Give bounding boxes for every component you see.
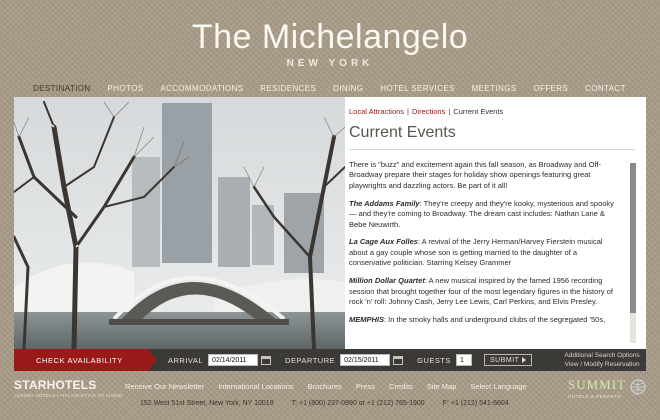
nav-hotel-services[interactable]: HOTEL SERVICES bbox=[380, 84, 455, 93]
footer-link-press[interactable]: Press bbox=[356, 382, 375, 391]
title-divider bbox=[349, 149, 635, 150]
content-panel: Local Attractions | Directions | Current Eve… bbox=[348, 97, 646, 349]
photo-illustration bbox=[14, 97, 345, 349]
item-title: Million Dollar Quartet bbox=[349, 276, 425, 286]
article-item: Million Dollar Quartet: A new musical in… bbox=[349, 276, 621, 307]
main-nav: DESTINATION PHOTOS ACCOMMODATIONS RESIDE… bbox=[14, 84, 646, 93]
globe-icon bbox=[630, 379, 646, 395]
page-title: Current Events bbox=[349, 124, 456, 141]
scrollbar-thumb[interactable] bbox=[630, 163, 636, 313]
summit-logo[interactable]: SUMMIT HOTELS & RESORTS bbox=[568, 377, 646, 399]
footer-link-newsletter[interactable]: Receive Our Newsletter bbox=[125, 382, 204, 391]
nav-offers[interactable]: OFFERS bbox=[533, 84, 568, 93]
street-address: 152 West 51st Street, New York, NY 10019 bbox=[140, 400, 274, 407]
fax-number: F: +1 (212) 541-6604 bbox=[442, 400, 509, 407]
starhotels-tagline: LUXURY HOTELS • ITALIAN STYLE OF LIVING bbox=[14, 393, 123, 398]
calendar-icon[interactable] bbox=[261, 355, 272, 365]
breadcrumb-local-attractions[interactable]: Local Attractions bbox=[349, 107, 404, 116]
additional-options: Additional Search Options View / Modify … bbox=[564, 351, 639, 369]
view-modify-reservation-link[interactable]: View / Modify Reservation bbox=[564, 360, 640, 369]
nav-meetings[interactable]: MEETINGS bbox=[472, 84, 517, 93]
hotel-subtitle: NEW YORK bbox=[286, 58, 374, 69]
submit-button[interactable]: SUBMIT bbox=[483, 354, 533, 366]
footer-link-international[interactable]: International Locations bbox=[218, 382, 293, 391]
starhotels-wordmark: STARHOTELS bbox=[14, 378, 97, 392]
nav-accommodations[interactable]: ACCOMMODATIONS bbox=[160, 84, 243, 93]
article-item: MEMPHIS: In the smoky halls and undergro… bbox=[349, 315, 621, 325]
hotel-title: The Michelangelo bbox=[191, 18, 469, 56]
item-text: : In the smoky halls and underground clu… bbox=[384, 314, 606, 324]
guests-input[interactable]: 1 bbox=[455, 354, 472, 366]
footer-link-language[interactable]: Select Language bbox=[470, 382, 526, 391]
departure-date-input[interactable]: 02/15/2011 bbox=[340, 354, 391, 366]
nav-destination[interactable]: DESTINATION bbox=[33, 84, 91, 93]
footer-address: 152 West 51st Street, New York, NY 10019… bbox=[140, 400, 509, 407]
breadcrumb-separator: | bbox=[407, 107, 409, 116]
departure-label: DEPARTURE bbox=[285, 355, 336, 365]
breadcrumb-directions[interactable]: Directions bbox=[412, 107, 445, 116]
footer-link-brochures[interactable]: Brochures bbox=[308, 382, 342, 391]
item-title: La Cage Aux Folles bbox=[349, 237, 418, 247]
phone-numbers: T: +1 (800) 237-0990 or +1 (212) 765-190… bbox=[291, 400, 425, 407]
starhotels-logo[interactable]: STARHOTELS LUXURY HOTELS • ITALIAN STYLE… bbox=[14, 378, 123, 398]
additional-search-link[interactable]: Additional Search Options bbox=[564, 351, 639, 360]
item-title: MEMPHIS bbox=[349, 314, 385, 324]
item-title: The Addams Family bbox=[349, 198, 420, 208]
submit-label: SUBMIT bbox=[489, 356, 520, 364]
footer-links: Receive Our Newsletter International Loc… bbox=[125, 382, 527, 391]
article-item: La Cage Aux Folles: A revival of the Jer… bbox=[349, 237, 621, 268]
summit-wordmark: SUMMIT bbox=[568, 377, 627, 392]
calendar-icon[interactable] bbox=[393, 355, 404, 365]
breadcrumb-separator: | bbox=[448, 107, 451, 116]
nav-dining[interactable]: DINING bbox=[333, 84, 363, 93]
article-item: The Addams Family: They're creepy and th… bbox=[349, 199, 621, 230]
arrival-date-input[interactable]: 02/14/2011 bbox=[208, 354, 259, 366]
arrow-right-icon bbox=[522, 357, 527, 363]
breadcrumb: Local Attractions | Directions | Current Eve… bbox=[349, 107, 503, 116]
central-park-winter-photo bbox=[14, 97, 345, 349]
summit-tagline: HOTELS & RESORTS bbox=[568, 394, 622, 399]
nav-residences[interactable]: RESIDENCES bbox=[260, 84, 316, 93]
nav-contact[interactable]: CONTACT bbox=[585, 84, 626, 93]
footer-link-credits[interactable]: Credits bbox=[389, 382, 413, 391]
check-availability-button[interactable]: CHECK AVAILABILITY bbox=[14, 349, 156, 371]
guests-label: GUESTS bbox=[417, 355, 451, 365]
footer-link-sitemap[interactable]: Site Map bbox=[427, 382, 457, 391]
nav-photos[interactable]: PHOTOS bbox=[107, 84, 143, 93]
article-scrollbar[interactable] bbox=[630, 163, 636, 343]
main-content: Local Attractions | Directions | Current Eve… bbox=[14, 97, 646, 349]
article-intro: There is "buzz" and excitement again thi… bbox=[349, 160, 601, 190]
hotel-logo[interactable]: The Michelangelo NEW YORK bbox=[0, 18, 660, 69]
booking-bar: CHECK AVAILABILITY ARRIVAL 02/14/2011 DE… bbox=[14, 349, 646, 371]
breadcrumb-current: Current Events bbox=[453, 107, 504, 116]
arrival-label: ARRIVAL bbox=[168, 355, 204, 365]
article-body: There is "buzz" and excitement again thi… bbox=[349, 160, 621, 349]
